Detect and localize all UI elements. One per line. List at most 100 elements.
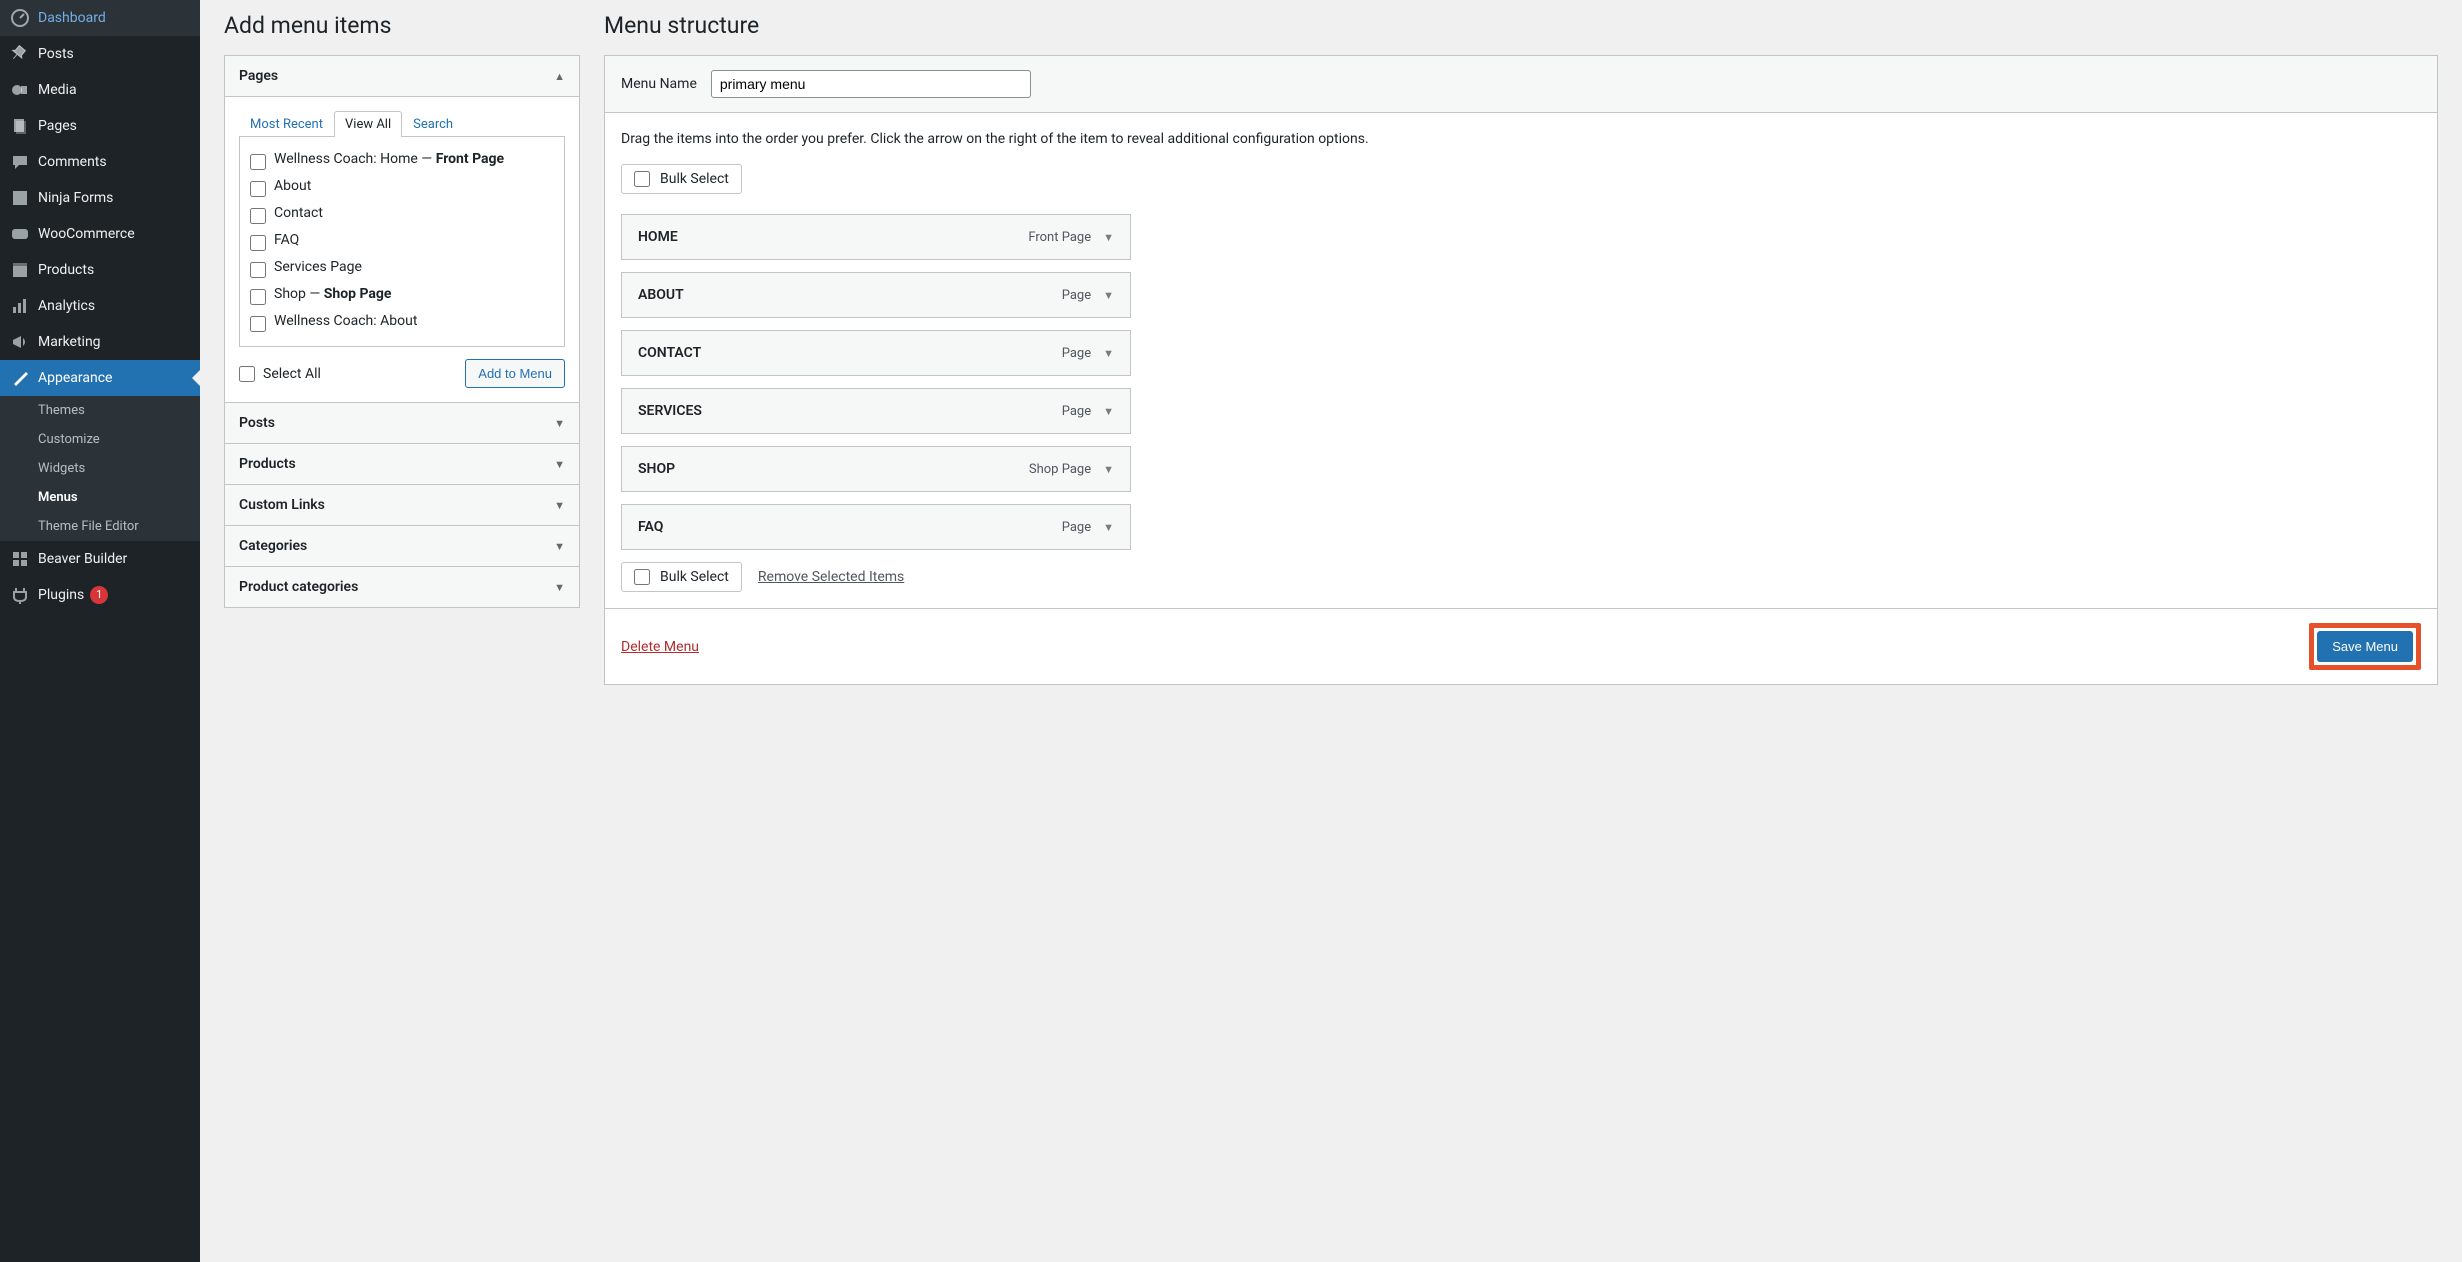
accordion-title: Products bbox=[239, 456, 296, 472]
sidebar-item-posts[interactable]: Posts bbox=[0, 36, 200, 72]
menu-structure-panel: Menu Name Drag the items into the order … bbox=[604, 55, 2438, 685]
menu-item[interactable]: ABOUT Page ▼ bbox=[621, 272, 1131, 318]
tab-search[interactable]: Search bbox=[402, 111, 464, 137]
chevron-down-icon[interactable]: ▼ bbox=[1103, 521, 1114, 534]
accordion-posts-toggle[interactable]: Posts ▼ bbox=[225, 402, 579, 443]
page-checkbox[interactable] bbox=[250, 181, 266, 197]
caret-down-icon: ▼ bbox=[554, 417, 565, 430]
caret-down-icon: ▼ bbox=[554, 499, 565, 512]
chevron-down-icon[interactable]: ▼ bbox=[1103, 347, 1114, 360]
sidebar-item-products[interactable]: Products bbox=[0, 252, 200, 288]
sidebar-label: Dashboard bbox=[38, 10, 106, 26]
remove-selected-link[interactable]: Remove Selected Items bbox=[758, 569, 904, 585]
sidebar-item-media[interactable]: Media bbox=[0, 72, 200, 108]
page-checkbox[interactable] bbox=[250, 316, 266, 332]
page-checkbox-row[interactable]: About bbox=[250, 174, 554, 201]
menu-item-title: CONTACT bbox=[638, 345, 701, 361]
caret-down-icon: ▼ bbox=[554, 540, 565, 553]
bulk-select-top[interactable]: Bulk Select bbox=[621, 164, 742, 194]
page-checkbox-row[interactable]: Contact bbox=[250, 201, 554, 228]
accordion-products-toggle[interactable]: Products ▼ bbox=[225, 443, 579, 484]
submenu-theme-file-editor[interactable]: Theme File Editor bbox=[0, 512, 200, 541]
page-checkbox-row[interactable]: Services Page bbox=[250, 255, 554, 282]
accordion-categories-toggle[interactable]: Categories▼ bbox=[225, 525, 579, 566]
menu-item-type: Front Page bbox=[1028, 230, 1091, 245]
tab-most-recent[interactable]: Most Recent bbox=[239, 111, 334, 137]
sidebar-item-appearance[interactable]: Appearance bbox=[0, 360, 200, 396]
bulk-select-bottom[interactable]: Bulk Select bbox=[621, 562, 742, 592]
bulk-select-checkbox[interactable] bbox=[634, 569, 650, 585]
chevron-down-icon[interactable]: ▼ bbox=[1103, 231, 1114, 244]
accordion-custom-links-toggle[interactable]: Custom Links▼ bbox=[225, 484, 579, 525]
submenu-themes[interactable]: Themes bbox=[0, 396, 200, 425]
products-icon bbox=[10, 260, 30, 280]
sidebar-item-analytics[interactable]: Analytics bbox=[0, 288, 200, 324]
megaphone-icon bbox=[10, 332, 30, 352]
page-checkbox-row[interactable]: Wellness Coach: Home — Front Page bbox=[250, 147, 554, 174]
menu-name-label: Menu Name bbox=[621, 76, 697, 92]
menu-item[interactable]: HOMEFront Page▼ bbox=[621, 214, 1131, 260]
sidebar-item-woocommerce[interactable]: WooCommerce bbox=[0, 216, 200, 252]
sidebar-label: Posts bbox=[38, 46, 74, 62]
sidebar-item-dashboard[interactable]: Dashboard bbox=[0, 0, 200, 36]
chevron-down-icon[interactable]: ▼ bbox=[1103, 405, 1114, 418]
sidebar-item-plugins[interactable]: Plugins1 bbox=[0, 577, 200, 613]
appearance-submenu: Themes Customize Widgets Menus Theme Fil… bbox=[0, 396, 200, 541]
page-checkbox[interactable] bbox=[250, 289, 266, 305]
menu-item-title: SERVICES bbox=[638, 403, 702, 419]
menu-item-type: Page bbox=[1062, 288, 1091, 303]
page-icon bbox=[10, 116, 30, 136]
sidebar-label: Pages bbox=[38, 118, 77, 134]
menu-item[interactable]: SERVICES Page ▼ bbox=[621, 388, 1131, 434]
save-menu-button[interactable]: Save Menu bbox=[2317, 631, 2413, 662]
accordion-title: Pages bbox=[239, 68, 278, 84]
menu-item[interactable]: CONTACT Page ▼ bbox=[621, 330, 1131, 376]
woo-icon bbox=[10, 224, 30, 244]
chevron-down-icon[interactable]: ▼ bbox=[1103, 463, 1114, 476]
page-checkbox[interactable] bbox=[250, 262, 266, 278]
add-menu-items-heading: Add menu items bbox=[224, 0, 580, 55]
delete-menu-link[interactable]: Delete Menu bbox=[621, 639, 699, 655]
sidebar-item-beaver-builder[interactable]: Beaver Builder bbox=[0, 541, 200, 577]
sidebar-item-marketing[interactable]: Marketing bbox=[0, 324, 200, 360]
menu-item-title: SHOP bbox=[638, 461, 675, 477]
plugins-update-badge: 1 bbox=[90, 586, 108, 604]
caret-up-icon: ▲ bbox=[554, 70, 565, 83]
bulk-select-checkbox[interactable] bbox=[634, 171, 650, 187]
drag-hint: Drag the items into the order you prefer… bbox=[621, 129, 2421, 150]
menu-item[interactable]: SHOPShop Page▼ bbox=[621, 446, 1131, 492]
select-all-row[interactable]: Select All bbox=[239, 366, 321, 382]
menu-item-title: FAQ bbox=[638, 519, 663, 535]
page-checkbox-row[interactable]: Wellness Coach: About bbox=[250, 309, 554, 336]
page-checkbox[interactable] bbox=[250, 235, 266, 251]
builder-icon bbox=[10, 549, 30, 569]
sidebar-item-comments[interactable]: Comments bbox=[0, 144, 200, 180]
accordion-title: Posts bbox=[239, 415, 275, 431]
add-to-menu-button[interactable]: Add to Menu bbox=[465, 359, 565, 388]
page-checkbox[interactable] bbox=[250, 154, 266, 170]
chevron-down-icon[interactable]: ▼ bbox=[1103, 289, 1114, 302]
page-checkbox-row[interactable]: FAQ bbox=[250, 228, 554, 255]
menu-item-title: ABOUT bbox=[638, 287, 684, 303]
sidebar-item-pages[interactable]: Pages bbox=[0, 108, 200, 144]
caret-down-icon: ▼ bbox=[554, 581, 565, 594]
menu-item[interactable]: FAQPage▼ bbox=[621, 504, 1131, 550]
accordion-product-categories-toggle[interactable]: Product categories ▼ bbox=[225, 566, 579, 607]
sidebar-item-ninja-forms[interactable]: Ninja Forms bbox=[0, 180, 200, 216]
accordion-pages-toggle[interactable]: Pages ▲ bbox=[225, 56, 579, 96]
tab-view-all[interactable]: View All bbox=[334, 111, 402, 137]
admin-sidebar: Dashboard Posts Media Pages Comments Nin… bbox=[0, 0, 200, 1262]
submenu-customize[interactable]: Customize bbox=[0, 425, 200, 454]
submenu-widgets[interactable]: Widgets bbox=[0, 454, 200, 483]
select-all-checkbox[interactable] bbox=[239, 366, 255, 382]
brush-icon bbox=[10, 368, 30, 388]
main-content: Add menu items Pages ▲ Most Recent View A… bbox=[200, 0, 2462, 1262]
submenu-menus[interactable]: Menus bbox=[0, 483, 200, 512]
accordion-title: Product categories bbox=[239, 579, 358, 595]
menu-item-type: Page bbox=[1062, 346, 1091, 361]
page-checkbox-row[interactable]: Shop — Shop Page bbox=[250, 282, 554, 309]
caret-down-icon: ▼ bbox=[554, 458, 565, 471]
page-checkbox[interactable] bbox=[250, 208, 266, 224]
menu-name-input[interactable] bbox=[711, 70, 1031, 98]
menu-item-type: Page bbox=[1062, 404, 1091, 419]
